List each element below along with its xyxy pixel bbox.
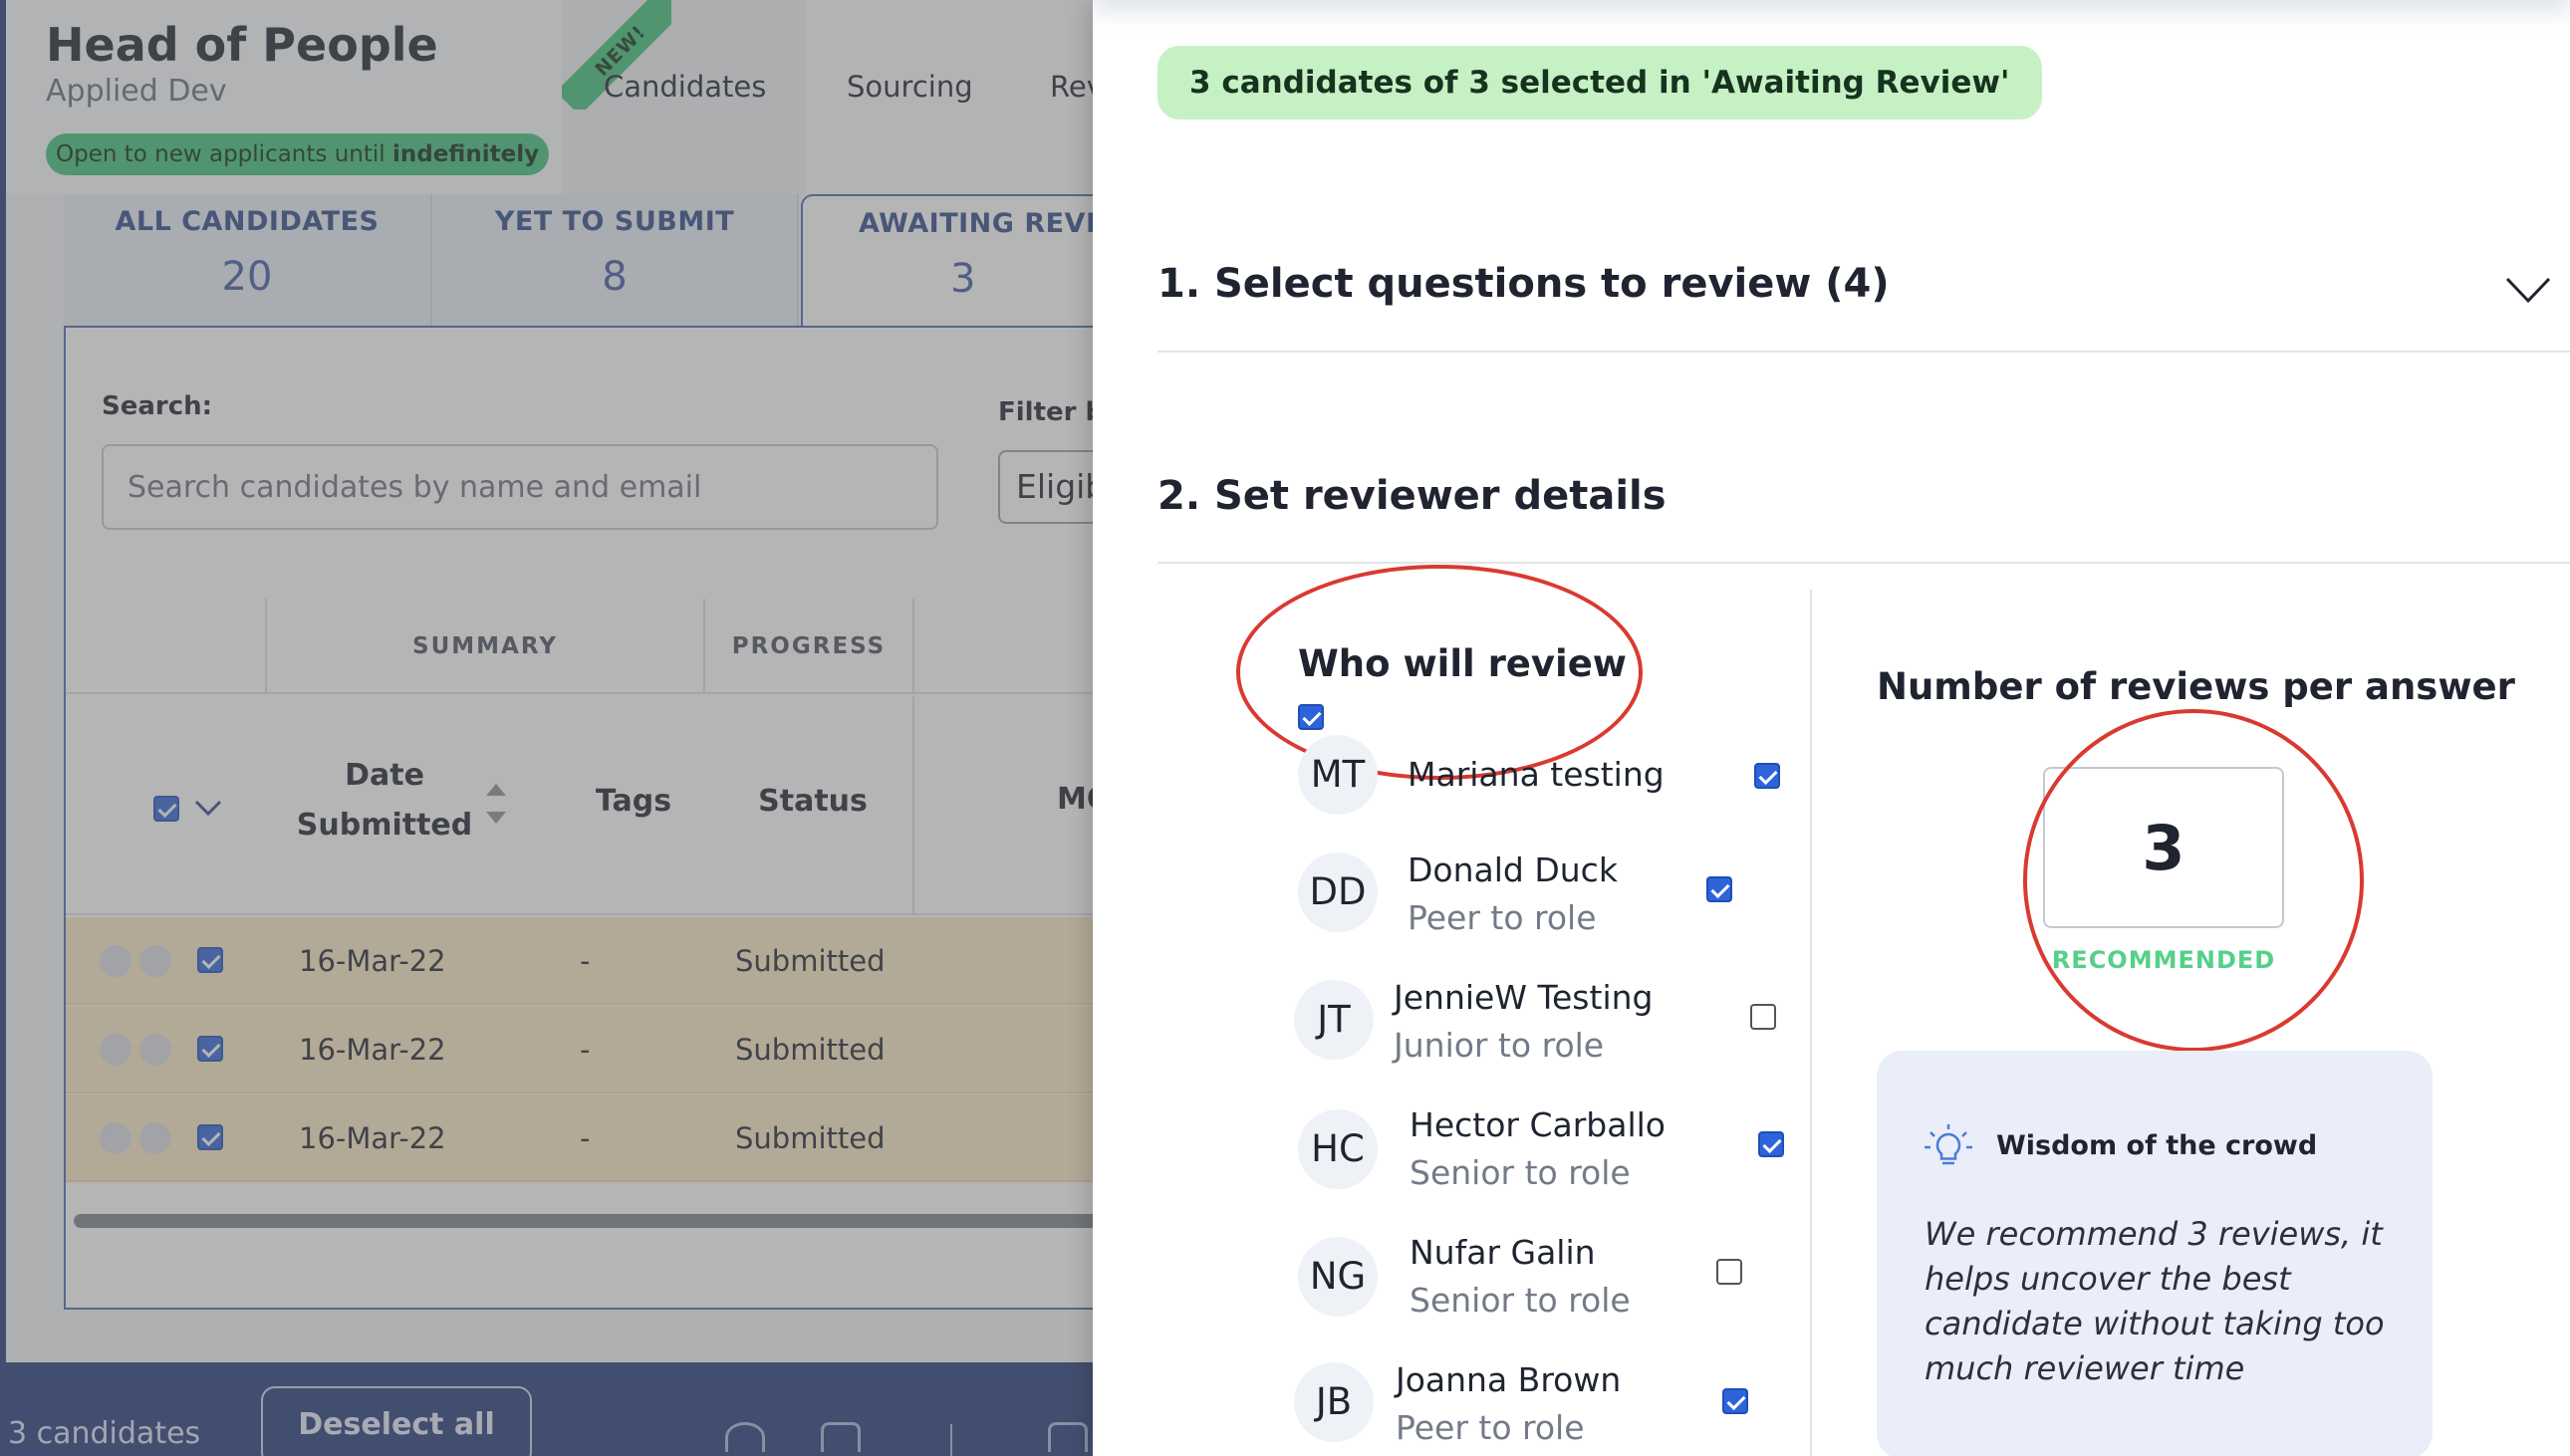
reviewer-checkbox[interactable] [1716,1259,1742,1285]
reviewer-checkbox[interactable] [1750,1004,1776,1030]
avatar: DD [1298,852,1378,932]
reviewer-item: NG Nufar Galin Senior to role [1298,1233,1856,1342]
reviewer-item: MT Mariana testing [1298,735,1856,845]
reviewer-checkbox[interactable] [1758,1131,1784,1157]
selection-summary-pill: 3 candidates of 3 selected in 'Awaiting … [1157,46,2042,120]
reviewer-name: Mariana testing [1408,755,1665,794]
background-app: Head of People Applied Dev Open to new a… [0,0,1093,1456]
reviewer-name: Hector Carballo [1410,1105,1666,1144]
who-will-review-title: Who will review [1298,642,1627,685]
chevron-down-icon[interactable] [2505,267,2551,313]
reviewer-checkbox[interactable] [1754,763,1780,789]
modal-backdrop[interactable] [0,0,1093,1456]
reviewer-role: Senior to role [1410,1281,1631,1320]
section-divider [1157,351,2570,353]
assign-reviewers-modal: 3 candidates of 3 selected in 'Awaiting … [1093,0,2570,1456]
reviewer-checkbox[interactable] [1722,1388,1748,1414]
wisdom-title: Wisdom of the crowd [1996,1130,2318,1161]
avatar: HC [1298,1109,1378,1189]
reviews-per-answer-title: Number of reviews per answer [1877,665,2515,708]
avatar: JT [1294,980,1374,1060]
reviewer-item: HC Hector Carballo Senior to role [1298,1105,1856,1215]
select-all-reviewers-checkbox[interactable] [1298,704,1324,730]
reviewer-checkbox[interactable] [1706,876,1732,902]
reviewer-name: JennieW Testing [1394,978,1654,1017]
lightbulb-icon [1925,1124,1972,1165]
reviewer-name: Nufar Galin [1410,1233,1596,1272]
reviewer-item: DD Donald Duck Peer to role [1298,850,1856,960]
wisdom-body: We recommend 3 reviews, it helps uncover… [1925,1215,2385,1387]
reviewer-item: JB Joanna Brown Peer to role [1294,1360,1856,1456]
reviewer-role: Junior to role [1394,1026,1605,1065]
reviewer-name: Joanna Brown [1396,1360,1622,1399]
section-select-questions[interactable]: 1. Select questions to review (4) [1157,261,1890,307]
section-divider [1157,562,2570,564]
avatar: NG [1298,1237,1378,1317]
wisdom-info-card: Wisdom of the crowd We recommend 3 revie… [1877,1051,2433,1456]
reviewer-item: JT JennieW Testing Junior to role [1294,978,1856,1088]
reviewer-role: Peer to role [1396,1408,1585,1447]
annotation-circle [2023,709,2364,1052]
avatar: MT [1298,735,1378,815]
section-reviewer-details: 2. Set reviewer details [1157,473,1667,519]
avatar: JB [1294,1362,1374,1442]
reviewer-name: Donald Duck [1408,850,1618,889]
reviewer-role: Peer to role [1408,898,1597,937]
reviewer-role: Senior to role [1410,1153,1631,1192]
